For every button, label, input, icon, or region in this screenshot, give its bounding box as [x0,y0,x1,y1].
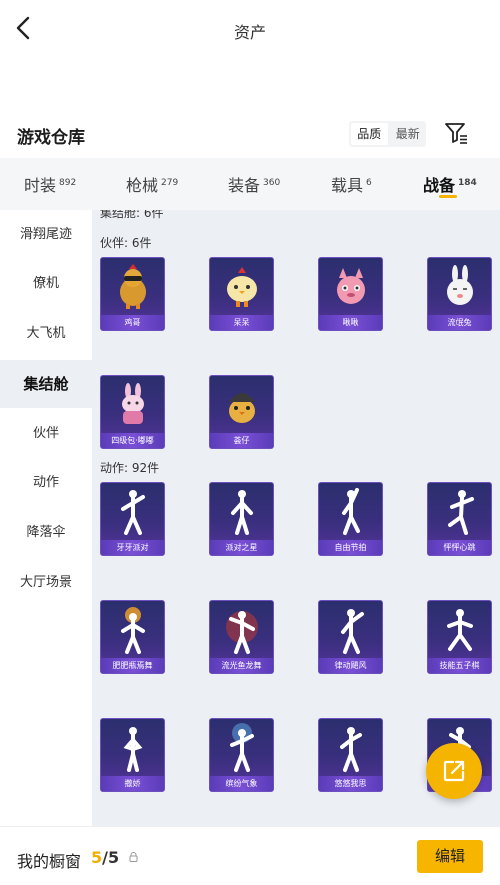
dancer-sparkle-effect-icon [210,719,273,776]
item-card[interactable]: 缤纷气象 [209,718,274,792]
item-name: 肥肥瓶焉舞 [101,658,164,673]
item-card[interactable]: 撒娇 [100,718,165,792]
edit-button[interactable]: 编辑 [417,840,483,873]
chick-partner-icon [210,258,273,315]
section-label-actions: 动作: 92件 [100,461,160,475]
item-name: 啾啾 [319,315,382,330]
item-card[interactable]: 鸡哥 [100,257,165,331]
item-name: 缤纷气象 [210,776,273,791]
sidebar: 滑翔尾迹 僚机 大飞机 集结舱 伙伴 动作 降落伞 大厅场景 [0,210,92,826]
item-name: 呆呆 [210,315,273,330]
warehouse-title: 游戏仓库 [17,128,85,148]
item-card[interactable]: 技能五子棋 [427,600,492,674]
page-title: 资产 [233,23,266,42]
item-card[interactable]: 自由节拍 [318,482,383,556]
dancer-silhouette-icon [319,719,382,776]
item-name: 流光鱼龙舞 [210,658,273,673]
item-card[interactable]: 牙牙派对 [100,482,165,556]
item-card[interactable]: 悠悠我思 [318,718,383,792]
showcase-bar: 我的橱窗 5/5 编辑 [0,826,500,885]
item-card[interactable]: 四级包·嘟嘟 [100,375,165,449]
top-bar: 资产 [0,0,500,58]
item-name: 荟仔 [210,433,273,448]
item-name: 流氓兔 [428,315,491,330]
item-card[interactable]: 派对之星 [209,482,274,556]
dancer-silhouette-icon [101,483,164,540]
tab-vehicles[interactable]: 载具 6 [331,172,372,196]
tab-guns[interactable]: 枪械 279 [126,172,178,196]
sidebar-item-big-plane[interactable]: 大飞机 [0,310,92,358]
chick-helmet-partner-icon [210,376,273,433]
filter-icon[interactable] [443,120,469,146]
item-name: 撒娇 [101,776,164,791]
showcase-label: 我的橱窗 [17,852,82,871]
item-card[interactable]: 律动飓风 [318,600,383,674]
section-label-partners: 伙伴: 6件 [100,236,152,250]
category-tabs: 时装 892 枪械 279 装备 360 载具 6 战备 184 [0,158,500,210]
dancer-silhouette-icon [210,483,273,540]
item-name: 律动飓风 [319,658,382,673]
item-name: 技能五子棋 [428,658,491,673]
item-name: 悠悠我思 [319,776,382,791]
active-tab-indicator [439,195,457,198]
tab-battle-gear[interactable]: 战备 184 [423,172,477,196]
item-name: 四级包·嘟嘟 [101,433,164,448]
item-card[interactable]: 流光鱼龙舞 [209,600,274,674]
dancer-silhouette-icon [319,601,382,658]
dancer-silhouette-icon [101,719,164,776]
item-name: 怦怦心跳 [428,540,491,555]
sort-toggle: 品质 最新 [349,121,426,147]
dancer-fire-effect-icon [101,601,164,658]
item-card[interactable]: 怦怦心跳 [427,482,492,556]
export-icon [443,760,465,782]
sort-latest-button[interactable]: 最新 [390,123,427,145]
item-grid-area: 集结舱: 6件 伙伴: 6件 鸡哥 呆呆 啾啾 流氓兔 四级包·嘟嘟 荟仔 动作… [92,210,500,826]
sidebar-item-wingman[interactable]: 僚机 [0,260,92,308]
tab-equipment[interactable]: 装备 360 [228,172,280,196]
sort-quality-button[interactable]: 品质 [351,123,388,145]
dancer-silhouette-icon [319,483,382,540]
sidebar-item-lobby-scene[interactable]: 大厅场景 [0,559,92,607]
sidebar-item-parachute[interactable]: 降落伞 [0,509,92,557]
item-card[interactable]: 流氓兔 [427,257,492,331]
dancer-silhouette-icon [428,483,491,540]
dancer-red-effect-icon [210,601,273,658]
sidebar-item-action[interactable]: 动作 [0,459,92,507]
sidebar-item-partner[interactable]: 伙伴 [0,410,92,458]
share-button[interactable] [426,743,482,799]
tab-fashion[interactable]: 时装 892 [24,172,76,196]
dancer-silhouette-icon [428,601,491,658]
showcase-count: 5/5 [91,848,120,867]
item-card[interactable]: 啾啾 [318,257,383,331]
item-card[interactable]: 荟仔 [209,375,274,449]
section-label-rally-pod: 集结舱: 6件 [100,210,164,220]
item-name: 派对之星 [210,540,273,555]
chicken-partner-icon [101,258,164,315]
pink-creature-partner-icon [319,258,382,315]
item-name: 自由节拍 [319,540,382,555]
pink-rabbit-partner-icon [101,376,164,433]
rabbit-partner-icon [428,258,491,315]
sidebar-item-rally-pod[interactable]: 集结舱 [0,360,92,408]
sidebar-item-glide-trail[interactable]: 滑翔尾迹 [0,211,92,259]
item-card[interactable]: 呆呆 [209,257,274,331]
item-card[interactable]: 肥肥瓶焉舞 [100,600,165,674]
item-name: 鸡哥 [101,315,164,330]
item-name: 牙牙派对 [101,540,164,555]
lock-icon [129,852,138,862]
